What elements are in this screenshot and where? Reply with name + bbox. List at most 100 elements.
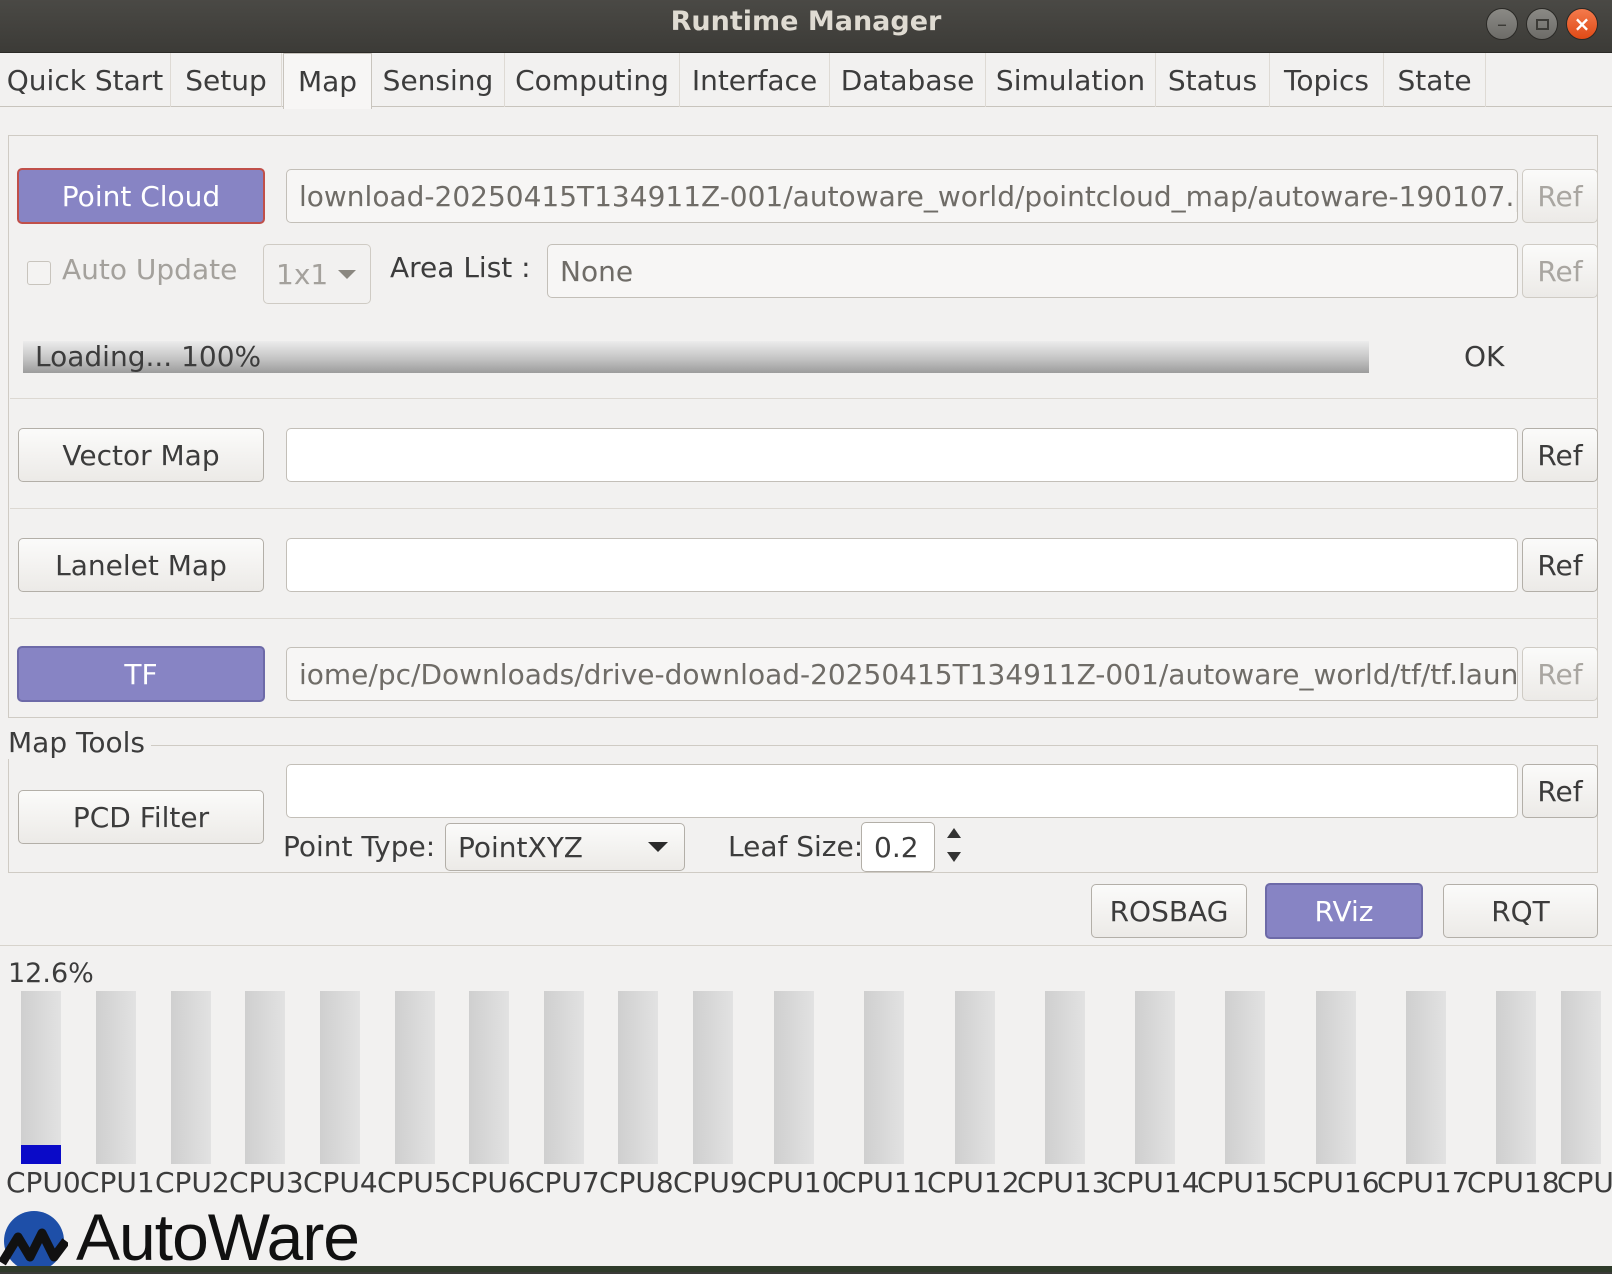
- cpu-bar: [1045, 991, 1085, 1164]
- cpu-bar: [864, 991, 904, 1164]
- cpu-label: CPU16: [1287, 1166, 1380, 1199]
- point-cloud-path-field[interactable]: lownload-20250415T134911Z-001/autoware_w…: [286, 169, 1518, 223]
- cpu-bar: [618, 991, 658, 1164]
- pcd-filter-ref-button[interactable]: Ref: [1522, 764, 1598, 818]
- area-list-label: Area List :: [390, 251, 531, 284]
- vector-map-button[interactable]: Vector Map: [18, 428, 264, 482]
- tf-ref-button[interactable]: Ref: [1522, 647, 1598, 701]
- title-bar: Runtime Manager – ×: [0, 0, 1612, 53]
- divider: [0, 945, 1612, 946]
- tf-button[interactable]: TF: [17, 646, 265, 702]
- cpu-label: CPU14: [1107, 1166, 1200, 1199]
- tab-map[interactable]: Map: [283, 53, 372, 109]
- point-type-select[interactable]: PointXYZ: [445, 823, 685, 871]
- cpu-bar: [96, 991, 136, 1164]
- cpu-bar: [469, 991, 509, 1164]
- divider: [10, 508, 1598, 509]
- cpu-label: CPU15: [1197, 1166, 1290, 1199]
- rviz-button[interactable]: RViz: [1265, 883, 1423, 939]
- tab-database[interactable]: Database: [830, 53, 986, 107]
- chevron-down-icon: [338, 270, 356, 279]
- tab-interface[interactable]: Interface: [680, 53, 830, 107]
- cpu-label: CPU1: [80, 1166, 155, 1199]
- leaf-size-stepper[interactable]: [944, 826, 964, 866]
- cpu-label: CPU10: [747, 1166, 840, 1199]
- minimize-icon[interactable]: –: [1486, 8, 1518, 40]
- cpu-bar: [171, 991, 211, 1164]
- tab-sensing[interactable]: Sensing: [372, 53, 505, 107]
- cpu-bar: [693, 991, 733, 1164]
- progress-status: OK: [1464, 340, 1505, 373]
- cpu-label: CPU: [1557, 1166, 1612, 1199]
- vector-map-path-field[interactable]: [286, 428, 1518, 482]
- cpu-label: CPU5: [377, 1166, 452, 1199]
- tf-path-field[interactable]: iome/pc/Downloads/drive-download-2025041…: [286, 647, 1518, 701]
- area-size-select[interactable]: 1x1: [263, 244, 371, 304]
- cpu-label: CPU7: [525, 1166, 600, 1199]
- cpu-label: CPU17: [1377, 1166, 1470, 1199]
- cpu-bar: [1225, 991, 1265, 1164]
- close-icon[interactable]: ×: [1566, 8, 1598, 40]
- cpu-bar: [21, 991, 61, 1164]
- cpu-total-usage: 12.6%: [8, 958, 94, 989]
- runtime-manager-window: Runtime Manager – × Quick Start Setup Ma…: [0, 0, 1612, 1272]
- window-title: Runtime Manager: [670, 6, 942, 37]
- auto-update-checkbox[interactable]: [27, 261, 51, 285]
- point-cloud-ref-button[interactable]: Ref: [1522, 169, 1598, 223]
- cpu-label: CPU11: [837, 1166, 930, 1199]
- vector-map-ref-button[interactable]: Ref: [1522, 428, 1598, 482]
- cpu-bar: [320, 991, 360, 1164]
- cpu-bar: [1316, 991, 1356, 1164]
- point-cloud-button[interactable]: Point Cloud: [17, 168, 265, 224]
- tab-bar: Quick Start Setup Map Sensing Computing …: [0, 53, 1612, 109]
- cpu-bar-fill: [21, 1144, 61, 1164]
- cpu-bar: [395, 991, 435, 1164]
- cpu-bar: [1406, 991, 1446, 1164]
- arrow-down-icon[interactable]: [947, 852, 961, 862]
- area-list-ref-button[interactable]: Ref: [1522, 244, 1598, 298]
- leaf-size-label: Leaf Size:: [728, 830, 864, 863]
- divider: [10, 618, 1598, 619]
- cpu-label: CPU4: [303, 1166, 378, 1199]
- area-size-value: 1x1: [276, 257, 329, 291]
- rqt-button[interactable]: RQT: [1443, 884, 1598, 938]
- cpu-label: CPU6: [451, 1166, 526, 1199]
- cpu-bar: [1561, 991, 1601, 1164]
- cpu-label: CPU12: [927, 1166, 1020, 1199]
- tab-topics[interactable]: Topics: [1270, 53, 1384, 107]
- tab-status[interactable]: Status: [1156, 53, 1270, 107]
- arrow-up-icon[interactable]: [947, 828, 961, 838]
- point-type-value: PointXYZ: [458, 830, 583, 864]
- pcd-filter-button[interactable]: PCD Filter: [18, 790, 264, 844]
- rosbag-button[interactable]: ROSBAG: [1091, 884, 1247, 938]
- pcd-filter-path-field[interactable]: [286, 764, 1518, 818]
- caret-down-icon: [648, 842, 668, 852]
- logo-text: AutoWare: [76, 1200, 360, 1274]
- loading-progress-bar: Loading... 100%: [23, 340, 1369, 373]
- tab-quick-start[interactable]: Quick Start: [0, 53, 171, 107]
- lanelet-map-button[interactable]: Lanelet Map: [18, 538, 264, 592]
- tab-computing[interactable]: Computing: [505, 53, 680, 107]
- cpu-bar: [544, 991, 584, 1164]
- lanelet-map-ref-button[interactable]: Ref: [1522, 538, 1598, 592]
- maximize-icon[interactable]: [1526, 8, 1558, 40]
- lanelet-map-path-field[interactable]: [286, 538, 1518, 592]
- divider: [10, 398, 1598, 399]
- point-type-label: Point Type:: [283, 830, 436, 863]
- cpu-bar: [245, 991, 285, 1164]
- cpu-bar: [1135, 991, 1175, 1164]
- cpu-label: CPU0: [6, 1166, 81, 1199]
- cpu-label: CPU9: [673, 1166, 748, 1199]
- autoware-logo-icon: [0, 1211, 68, 1267]
- tab-simulation[interactable]: Simulation: [986, 53, 1156, 107]
- auto-update-label: Auto Update: [62, 253, 238, 286]
- cpu-label: CPU8: [599, 1166, 674, 1199]
- autoware-logo: AutoWare: [0, 1200, 360, 1274]
- tab-state[interactable]: State: [1384, 53, 1486, 107]
- desktop-strip: [0, 1266, 1612, 1272]
- area-list-field[interactable]: None: [547, 244, 1518, 298]
- tab-setup[interactable]: Setup: [171, 53, 282, 107]
- cpu-label: CPU3: [229, 1166, 304, 1199]
- map-tools-title: Map Tools: [8, 726, 151, 759]
- leaf-size-input[interactable]: 0.2: [861, 822, 935, 872]
